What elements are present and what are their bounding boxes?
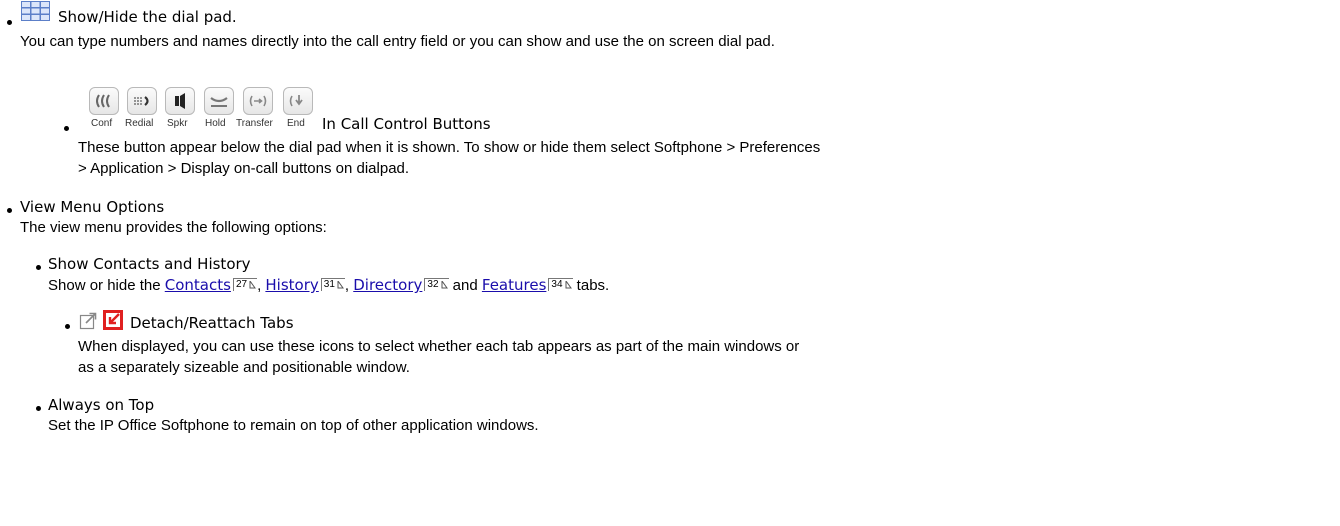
detach-icon[interactable] bbox=[79, 312, 97, 330]
history-link[interactable]: History bbox=[265, 276, 318, 294]
control-label-conf: Conf bbox=[91, 118, 113, 129]
page-ref-number: 32 bbox=[427, 279, 439, 290]
always-on-top-title: Always on Top bbox=[48, 396, 155, 414]
detach-title: Detach/Reattach Tabs bbox=[130, 314, 294, 332]
transfer-icon bbox=[243, 87, 273, 115]
dialpad-grid-icon[interactable] bbox=[21, 1, 50, 21]
page-ref-number: 31 bbox=[323, 279, 335, 290]
dialpad-description: You can type numbers and names directly … bbox=[20, 33, 775, 50]
page-ref-directory[interactable]: 32 bbox=[424, 278, 449, 291]
end-call-icon bbox=[283, 87, 313, 115]
call-controls-description-line1: These button appear below the dial pad w… bbox=[78, 139, 821, 156]
separator: and bbox=[448, 277, 482, 294]
control-label-transfer: Transfer bbox=[236, 118, 273, 129]
control-label-redial: Redial bbox=[125, 118, 154, 129]
page-ref-contacts[interactable]: 27 bbox=[232, 278, 258, 291]
dialpad-title: Show/Hide the dial pad. bbox=[58, 8, 237, 26]
call-controls-description-line2: > Application > Display on-call buttons … bbox=[78, 160, 410, 177]
hold-icon bbox=[204, 87, 234, 115]
control-label-spkr: Spkr bbox=[167, 118, 188, 129]
control-label-end: End bbox=[287, 118, 305, 129]
show-contacts-suffix: tabs. bbox=[572, 277, 610, 294]
view-menu-description: The view menu provides the following opt… bbox=[20, 219, 327, 236]
separator: , bbox=[344, 277, 354, 294]
detach-description-line2: as a separately sizeable and positionabl… bbox=[78, 359, 410, 376]
view-menu-title: View Menu Options bbox=[20, 198, 165, 216]
speaker-icon bbox=[165, 87, 195, 115]
page-ref-history[interactable]: 31 bbox=[320, 278, 345, 291]
show-contacts-description: Show or hide the Contacts 27, History 31, … bbox=[48, 276, 609, 294]
detach-description-line1: When displayed, you can use these icons … bbox=[78, 338, 800, 355]
contacts-link[interactable]: Contacts bbox=[165, 276, 231, 294]
page-ref-number: 34 bbox=[551, 279, 563, 290]
conference-icon bbox=[89, 87, 119, 115]
list-bullet bbox=[7, 20, 12, 25]
directory-link[interactable]: Directory bbox=[353, 276, 422, 294]
call-controls-title: In Call Control Buttons bbox=[322, 115, 491, 133]
features-link[interactable]: Features bbox=[482, 276, 547, 294]
list-bullet bbox=[36, 265, 41, 270]
list-bullet bbox=[64, 126, 69, 131]
list-bullet bbox=[7, 208, 12, 213]
always-on-top-description: Set the IP Office Softphone to remain on… bbox=[48, 417, 539, 434]
redial-icon bbox=[127, 87, 157, 115]
list-bullet bbox=[65, 324, 70, 329]
page-ref-number: 27 bbox=[235, 279, 248, 290]
show-contacts-title: Show Contacts and History bbox=[48, 255, 251, 273]
control-label-hold: Hold bbox=[205, 118, 226, 129]
page-ref-features[interactable]: 34 bbox=[548, 278, 573, 291]
reattach-icon[interactable] bbox=[103, 310, 123, 330]
list-bullet bbox=[36, 406, 41, 411]
show-contacts-prefix: Show or hide the bbox=[48, 277, 165, 294]
